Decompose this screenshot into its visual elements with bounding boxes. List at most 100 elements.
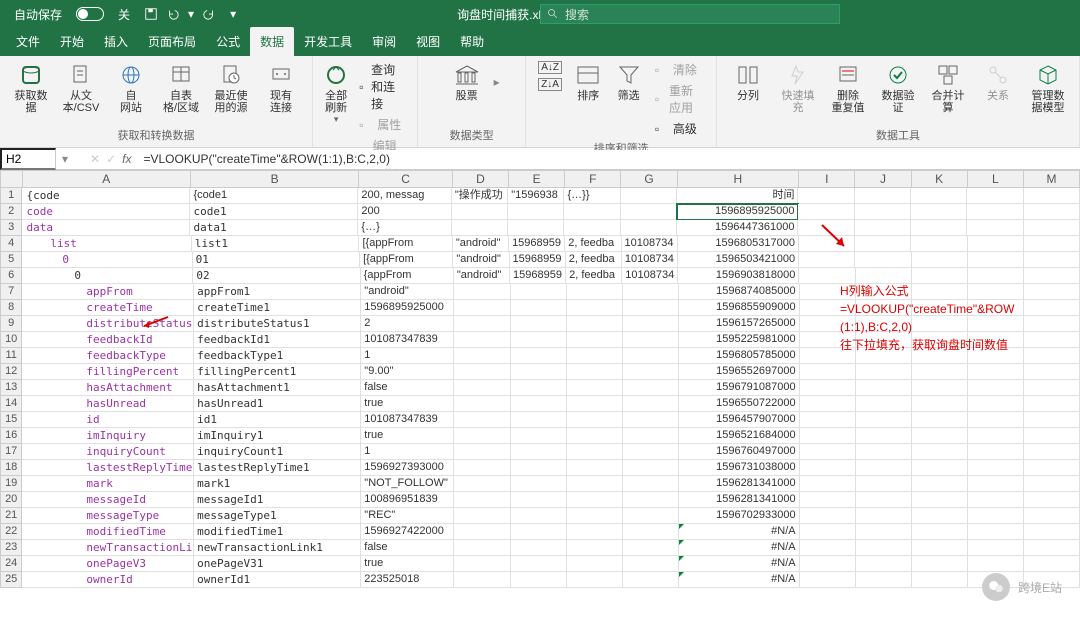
cell-G4[interactable]: 10108734 (622, 236, 678, 252)
cell-D24[interactable] (454, 556, 510, 572)
cell-B4[interactable]: list1 (192, 236, 360, 252)
cell-A14[interactable]: hasUnread (22, 396, 194, 412)
cell-D8[interactable] (454, 300, 510, 316)
col-header-G[interactable]: G (621, 170, 677, 188)
cell-H10[interactable]: 1595225981000 (679, 332, 800, 348)
cell-L18[interactable] (968, 460, 1024, 476)
g1-btn-1[interactable]: 从文本/CSV (58, 60, 104, 116)
cell-J21[interactable] (856, 508, 912, 524)
col-header-E[interactable]: E (509, 170, 565, 188)
cell-I16[interactable] (800, 428, 856, 444)
cell-C9[interactable]: 2 (361, 316, 454, 332)
cell-L22[interactable] (968, 524, 1024, 540)
select-all-corner[interactable] (0, 170, 23, 188)
g5-btn-3[interactable]: 数据验证 (875, 60, 921, 116)
cell-C18[interactable]: 1596927393000 (361, 460, 454, 476)
cell-A18[interactable]: lastestReplyTime (22, 460, 194, 476)
cell-G17[interactable] (623, 444, 679, 460)
cell-J18[interactable] (856, 460, 912, 476)
cell-D7[interactable] (454, 284, 510, 300)
cell-A2[interactable]: code (22, 204, 190, 220)
row-header[interactable]: 11 (0, 348, 22, 364)
cell-D16[interactable] (454, 428, 510, 444)
cell-H1[interactable]: 时间 (677, 188, 798, 204)
cell-H12[interactable]: 1596552697000 (679, 364, 800, 380)
cell-E15[interactable] (511, 412, 567, 428)
cell-H14[interactable]: 1596550722000 (679, 396, 800, 412)
row-header[interactable]: 7 (0, 284, 22, 300)
cell-A20[interactable]: messageId (22, 492, 194, 508)
tab-5[interactable]: 数据 (250, 27, 294, 56)
cell-G8[interactable] (623, 300, 679, 316)
cell-C5[interactable]: [{appFrom (360, 252, 453, 268)
cell-B25[interactable]: ownerId1 (194, 572, 361, 588)
cell-A12[interactable]: fillingPercent (22, 364, 194, 380)
name-box[interactable] (0, 148, 56, 170)
g1-btn-4[interactable]: 最近使用的源 (208, 60, 254, 116)
cell-K18[interactable] (912, 460, 968, 476)
cell-A25[interactable]: ownerId (22, 572, 194, 588)
cell-K14[interactable] (912, 396, 968, 412)
cell-J25[interactable] (856, 572, 912, 588)
cell-F8[interactable] (567, 300, 623, 316)
cell-C15[interactable]: 101087347839 (361, 412, 454, 428)
cell-B3[interactable]: data1 (190, 220, 358, 236)
cell-L24[interactable] (968, 556, 1024, 572)
cell-A19[interactable]: mark (22, 476, 194, 492)
cell-J2[interactable] (855, 204, 911, 220)
cell-M24[interactable] (1024, 556, 1080, 572)
cell-F17[interactable] (567, 444, 623, 460)
cell-B17[interactable]: inquiryCount1 (194, 444, 361, 460)
row-header[interactable]: 6 (0, 268, 22, 284)
cell-B8[interactable]: createTime1 (194, 300, 361, 316)
cell-K23[interactable] (912, 540, 968, 556)
cell-K2[interactable] (911, 204, 967, 220)
cell-L1[interactable] (967, 188, 1023, 204)
cell-G14[interactable] (623, 396, 679, 412)
cell-E17[interactable] (511, 444, 567, 460)
cell-B11[interactable]: feedbackType1 (194, 348, 361, 364)
cell-E23[interactable] (511, 540, 567, 556)
cell-M3[interactable] (1024, 220, 1080, 236)
cell-F13[interactable] (567, 380, 623, 396)
cell-I23[interactable] (800, 540, 856, 556)
cell-D4[interactable]: "android" (453, 236, 509, 252)
cell-I14[interactable] (800, 396, 856, 412)
cell-D25[interactable] (454, 572, 510, 588)
cell-B9[interactable]: distributeStatus1 (194, 316, 361, 332)
cell-B15[interactable]: id1 (194, 412, 361, 428)
cell-M18[interactable] (1024, 460, 1080, 476)
filter-button[interactable]: 筛选 (610, 60, 646, 104)
sort-button[interactable]: 排序 (570, 60, 606, 104)
cell-D18[interactable] (454, 460, 510, 476)
cell-H2[interactable]: 1596895925000 (677, 204, 798, 220)
cell-A1[interactable]: {code (22, 188, 190, 204)
cell-F24[interactable] (567, 556, 623, 572)
cell-I13[interactable] (800, 380, 856, 396)
g5-btn-1[interactable]: 快速填充 (775, 60, 821, 116)
cell-J12[interactable] (856, 364, 912, 380)
cell-L13[interactable] (968, 380, 1024, 396)
cell-L3[interactable] (967, 220, 1023, 236)
cell-G21[interactable] (623, 508, 679, 524)
g5-btn-2[interactable]: 删除重复值 (825, 60, 871, 116)
cell-M12[interactable] (1024, 364, 1080, 380)
g1-btn-3[interactable]: 自表格/区域 (158, 60, 204, 116)
col-header-B[interactable]: B (191, 170, 359, 188)
cell-C12[interactable]: "9.00" (361, 364, 454, 380)
cell-C21[interactable]: "REC" (361, 508, 454, 524)
gallery-more-icon[interactable]: ▸ (494, 75, 500, 89)
cell-M7[interactable] (1024, 284, 1080, 300)
cell-C22[interactable]: 1596927422000 (361, 524, 454, 540)
cell-B21[interactable]: messageType1 (194, 508, 361, 524)
tab-0[interactable]: 文件 (6, 27, 50, 56)
cell-G22[interactable] (623, 524, 679, 540)
cell-L15[interactable] (968, 412, 1024, 428)
row-header[interactable]: 8 (0, 300, 22, 316)
formula-input[interactable] (138, 150, 1080, 168)
g1-btn-0[interactable]: 获取数据 (8, 60, 54, 116)
cell-K24[interactable] (912, 556, 968, 572)
cell-A4[interactable]: list (22, 236, 191, 252)
tab-2[interactable]: 插入 (94, 27, 138, 56)
cell-G11[interactable] (623, 348, 679, 364)
